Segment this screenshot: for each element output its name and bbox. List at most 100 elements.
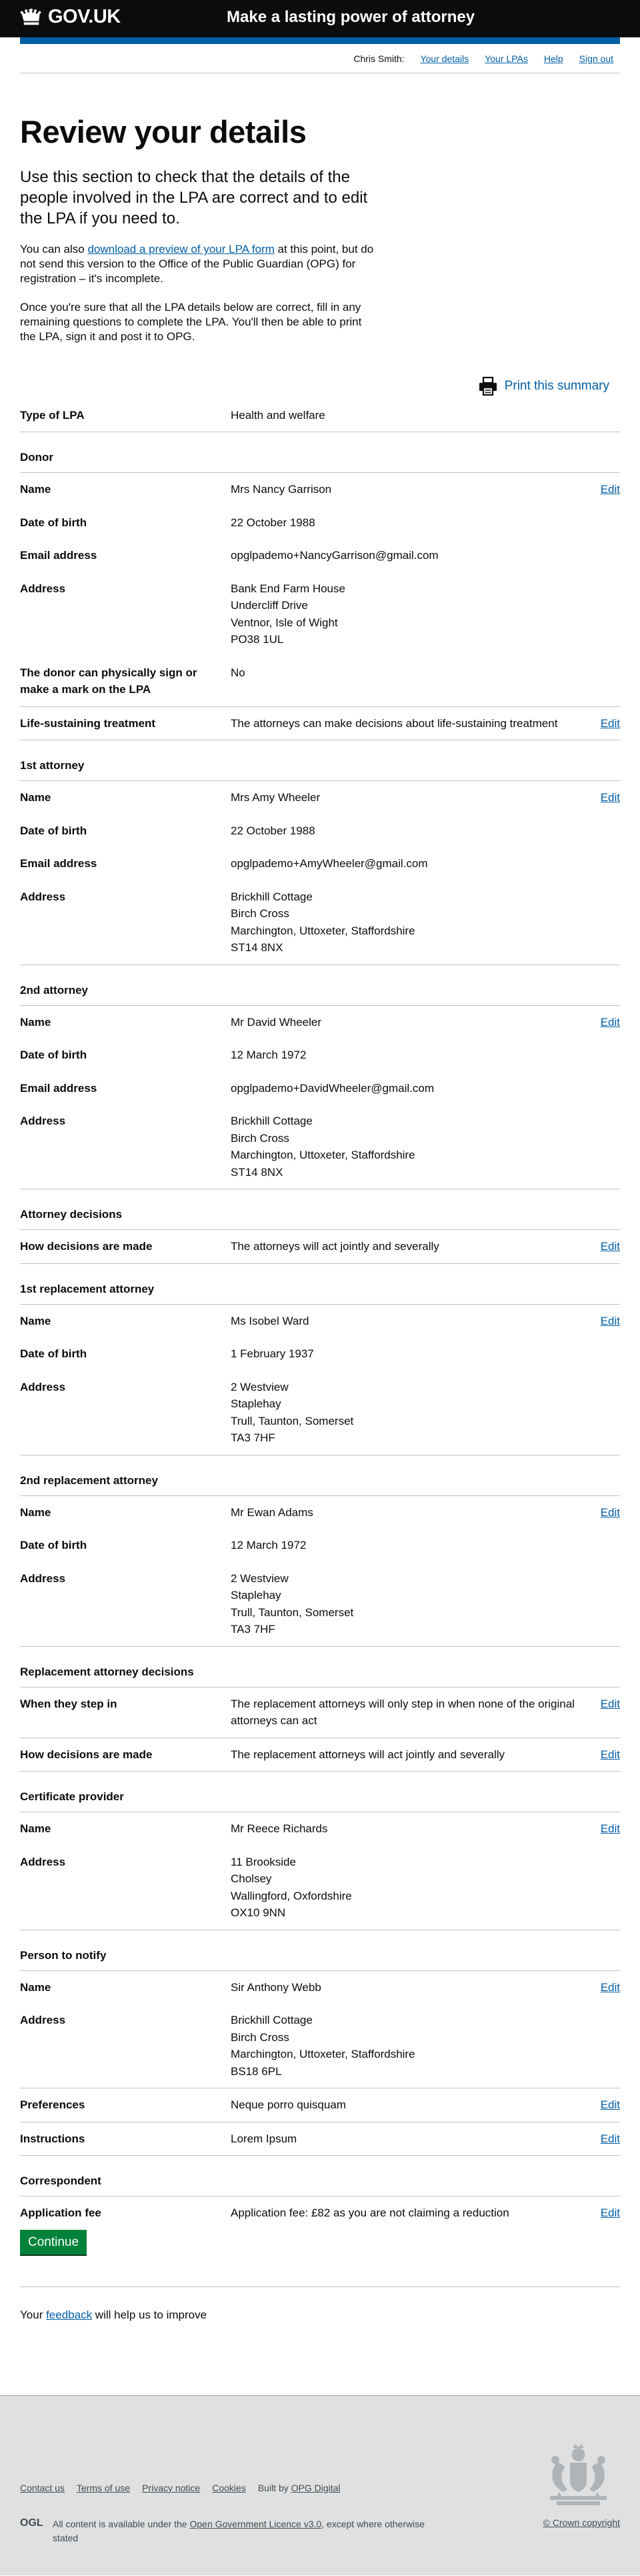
row-key: Name (20, 1822, 51, 1836)
download-preview-link[interactable]: download a preview of your LPA form (87, 243, 274, 255)
address-line: Marchington, Uttoxeter, Staffordshire (231, 1149, 415, 1162)
row-key: Application fee (20, 2206, 101, 2220)
feedback-link[interactable]: feedback (46, 2309, 92, 2321)
edit-application-fee-link[interactable]: Edit (601, 2206, 620, 2219)
row-value: 22 October 1988 (231, 516, 315, 529)
edit-donor-link[interactable]: Edit (601, 483, 620, 496)
nav-help-link[interactable]: Help (544, 53, 563, 64)
row-value: The attorneys will act jointly and sever… (231, 1240, 439, 1253)
print-summary-link[interactable]: Print this summary (478, 376, 609, 396)
govuk-logo-link[interactable]: GOV.UK (20, 6, 121, 28)
row-key: Name (20, 483, 51, 496)
footer-opg-digital-link[interactable]: OPG Digital (291, 2483, 341, 2493)
service-name: Make a lasting power of attorney (227, 8, 475, 26)
replacement-2-name-row: Name Mr Ewan Adams Edit (20, 1496, 620, 1529)
donor-heading: Donor (20, 432, 620, 474)
type-of-lpa-row: Type of LPA Health and welfare (20, 399, 620, 433)
person-to-notify-name-row: Name Sir Anthony Webb Edit (20, 1971, 620, 2004)
attorney-1-heading: 1st attorney (20, 740, 620, 782)
edit-replacement-1-link[interactable]: Edit (601, 1315, 620, 1327)
preferences-row: Preferences Neque porro quisquam Edit (20, 2088, 620, 2122)
donor-email-row: Email address opglpademo+NancyGarrison@g… (20, 539, 620, 572)
print-summary-label: Print this summary (504, 378, 609, 393)
address-line: Staplehay (231, 1589, 281, 1602)
address-line: OX10 9NN (231, 1906, 286, 1920)
global-footer: Contact us Terms of use Privacy notice C… (0, 2395, 640, 2575)
row-value: Mrs Nancy Garrison (231, 483, 332, 496)
footer-links: Contact us Terms of use Privacy notice C… (20, 2483, 353, 2493)
row-key: Type of LPA (20, 408, 85, 422)
edit-replacement-2-link[interactable]: Edit (601, 1506, 620, 1519)
footer-contact-link[interactable]: Contact us (20, 2483, 65, 2493)
attorney-1-dob-row: Date of birth 22 October 1988 (20, 814, 620, 848)
edit-replacement-step-in-link[interactable]: Edit (601, 1698, 620, 1710)
print-row: Print this summary (20, 372, 620, 399)
address-line: Brickhill Cottage (231, 1115, 313, 1128)
row-key: Date of birth (20, 1347, 87, 1361)
address-line: ST14 8NX (231, 1165, 283, 1179)
row-value: Brickhill Cottage Birch Cross Marchingto… (231, 888, 604, 956)
user-navigation: Chris Smith: Your details Your LPAs Help… (20, 44, 620, 73)
address-line: 11 Brookside (231, 1855, 296, 1868)
page-lede: Use this section to check that the detai… (20, 167, 368, 228)
address-line: Trull, Taunton, Somerset (231, 1414, 354, 1427)
row-value: Brickhill Cottage Birch Cross Marchingto… (231, 2012, 604, 2080)
nav-sign-out-link[interactable]: Sign out (579, 53, 613, 64)
nav-your-details-link[interactable]: Your details (421, 53, 469, 64)
edit-attorney-decisions-link[interactable]: Edit (601, 1240, 620, 1253)
edit-replacement-how-link[interactable]: Edit (601, 1748, 620, 1761)
address-line: 2 Westview (231, 1380, 289, 1393)
footer-terms-link[interactable]: Terms of use (77, 2483, 130, 2493)
certificate-provider-name-row: Name Mr Reece Richards Edit (20, 1812, 620, 1846)
edit-preferences-link[interactable]: Edit (601, 2098, 620, 2111)
global-header: GOV.UK Make a lasting power of attorney (0, 0, 640, 37)
feedback-text: will help us to improve (92, 2308, 207, 2321)
address-line: PO38 1UL (231, 633, 284, 646)
feedback-text: Your (20, 2308, 47, 2321)
row-value: opglpademo+AmyWheeler@gmail.com (231, 857, 428, 870)
row-key: Name (20, 1505, 51, 1519)
row-value: The replacement attorneys will act joint… (231, 1748, 505, 1761)
address-line: Staplehay (231, 1397, 281, 1411)
row-key: Address (20, 1855, 66, 1868)
edit-attorney-1-link[interactable]: Edit (601, 791, 620, 804)
ogl-logo: OGL (20, 2517, 43, 2529)
page-title: Review your details (20, 114, 307, 149)
row-key: Name (20, 1980, 51, 1994)
edit-person-to-notify-link[interactable]: Edit (601, 1981, 620, 1994)
row-value: Mr Ewan Adams (231, 1505, 313, 1519)
footer-privacy-link[interactable]: Privacy notice (142, 2483, 200, 2493)
replacement-1-heading: 1st replacement attorney (20, 1264, 620, 1305)
attorney-1-address-row: Address Brickhill Cottage Birch Cross Ma… (20, 880, 620, 965)
row-value: Brickhill Cottage Birch Cross Marchingto… (231, 1113, 604, 1181)
attorney-1-name-row: Name Mrs Amy Wheeler Edit (20, 781, 620, 814)
instructions-row: Instructions Lorem Ipsum Edit (20, 2122, 620, 2156)
row-key: Address (20, 582, 66, 595)
address-line: 2 Westview (231, 1571, 289, 1585)
attorney-1-email-row: Email address opglpademo+AmyWheeler@gmai… (20, 847, 620, 880)
address-line: Birch Cross (231, 907, 289, 920)
row-value: 12 March 1972 (231, 1539, 307, 1552)
row-value: opglpademo+NancyGarrison@gmail.com (231, 549, 439, 562)
row-value: Neque porro quisquam (231, 2098, 346, 2112)
row-value: Sir Anthony Webb (231, 1980, 321, 1994)
attorney-decisions-row: How decisions are made The attorneys wil… (20, 1230, 620, 1264)
nav-your-lpas-link[interactable]: Your LPAs (485, 53, 528, 64)
crown-copyright-link[interactable]: © Crown copyright (543, 2517, 620, 2528)
edit-life-sustaining-link[interactable]: Edit (601, 717, 620, 730)
row-value: 2 Westview Staplehay Trull, Taunton, Som… (231, 1379, 604, 1447)
edit-instructions-link[interactable]: Edit (601, 2132, 620, 2145)
address-line: Undercliff Drive (231, 599, 308, 612)
row-value: Mr Reece Richards (231, 1822, 328, 1836)
row-key: Address (20, 1115, 66, 1128)
row-key: Email address (20, 857, 97, 870)
licence-block: OGL All content is available under the O… (20, 2517, 433, 2545)
edit-certificate-provider-link[interactable]: Edit (601, 1822, 620, 1835)
footer-cookies-link[interactable]: Cookies (212, 2483, 246, 2493)
row-value: 1 February 1937 (231, 1347, 314, 1361)
row-value: Lorem Ipsum (231, 2132, 297, 2145)
row-value: 22 October 1988 (231, 824, 315, 837)
edit-attorney-2-link[interactable]: Edit (601, 1016, 620, 1029)
continue-button[interactable]: Continue (20, 2229, 87, 2255)
ogl-licence-link[interactable]: Open Government Licence v3.0 (189, 2519, 321, 2529)
